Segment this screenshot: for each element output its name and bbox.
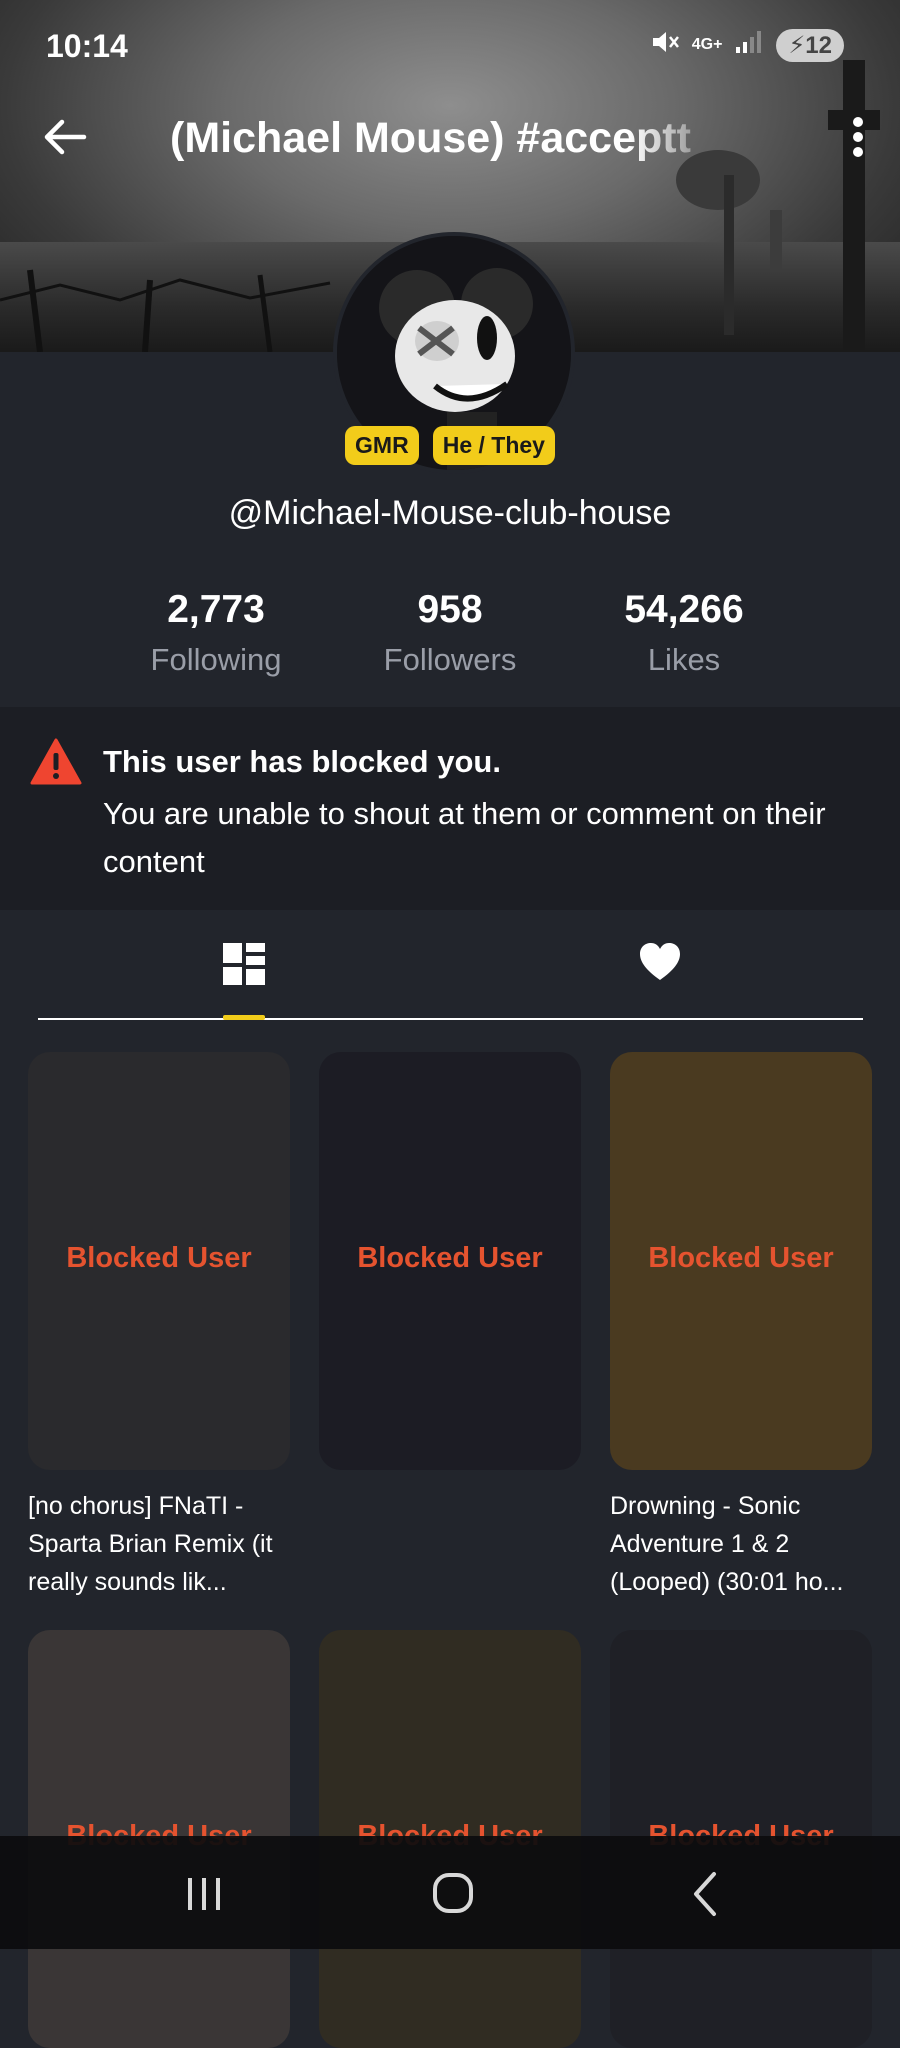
- grid-icon: [223, 943, 265, 985]
- stat-value: 2,773: [167, 588, 265, 631]
- network-label: 4G+: [691, 36, 723, 53]
- profile-badges: GMR He / They: [0, 426, 900, 465]
- sound-card[interactable]: Blocked User: [28, 1052, 290, 1470]
- blocked-notice: This user has blocked you. You are unabl…: [0, 707, 900, 910]
- tab-likes[interactable]: [450, 910, 862, 1018]
- more-vertical-icon: [853, 117, 863, 157]
- stat-value: 54,266: [624, 588, 744, 631]
- status-icons: 4G+ ⚡12: [650, 28, 844, 62]
- top-bar: (Michael Mouse) #acceptt: [0, 100, 900, 180]
- home-button[interactable]: [423, 1868, 483, 1920]
- warning-icon: [30, 738, 82, 785]
- card-caption[interactable]: Drowning - Sonic Adventure 1 & 2 (Looped…: [610, 1487, 880, 1601]
- stat-label: Likes: [647, 642, 721, 677]
- active-tab-indicator: [223, 1015, 265, 1020]
- stat-label: Following: [150, 642, 282, 677]
- sound-card[interactable]: Blocked User: [319, 1052, 581, 1470]
- username: @Michael-Mouse-club-house: [228, 494, 672, 532]
- back-arrow-icon: [44, 119, 87, 155]
- blocked-title: This user has blocked you.: [103, 744, 501, 779]
- recent-apps-button[interactable]: [174, 1868, 234, 1920]
- chevron-left-icon: [694, 1872, 716, 1916]
- system-nav-bar: [0, 1836, 900, 1949]
- blocked-user-label: Blocked User: [357, 1242, 543, 1274]
- stat-label: Followers: [383, 642, 517, 677]
- mute-icon: [650, 28, 680, 62]
- blocked-message: You are unable to shout at them or comme…: [103, 796, 826, 879]
- blocked-user-label: Blocked User: [66, 1242, 252, 1274]
- signal-icon: [734, 29, 764, 61]
- page-title: (Michael Mouse) #acceptt: [170, 114, 691, 162]
- battery-indicator: ⚡12: [776, 28, 844, 62]
- card-caption[interactable]: [no chorus] FNaTI - Sparta Brian Remix (…: [28, 1487, 298, 1601]
- badge-pronouns: He / They: [432, 426, 555, 465]
- system-back-button[interactable]: [676, 1868, 736, 1920]
- stat-following[interactable]: 2,773 Following: [86, 588, 346, 678]
- back-button[interactable]: [40, 112, 90, 162]
- badge-gmr: GMR: [345, 426, 419, 465]
- more-options-button[interactable]: [838, 112, 878, 162]
- status-time: 10:14: [46, 28, 128, 64]
- content-tabs: [38, 910, 863, 1020]
- heart-icon: [640, 943, 680, 980]
- sound-card[interactable]: Blocked User: [610, 1052, 872, 1470]
- home-icon: [433, 1873, 473, 1913]
- stat-value: 958: [417, 588, 483, 631]
- battery-level: 12: [805, 31, 832, 59]
- blocked-user-label: Blocked User: [648, 1242, 834, 1274]
- stat-followers[interactable]: 958 Followers: [320, 588, 580, 678]
- tabs-divider: [38, 1018, 863, 1020]
- recents-icon: [188, 1878, 220, 1910]
- tab-posts[interactable]: [38, 910, 450, 1018]
- stat-likes[interactable]: 54,266 Likes: [554, 588, 814, 678]
- status-bar: 10:14 4G+ ⚡12: [0, 0, 900, 90]
